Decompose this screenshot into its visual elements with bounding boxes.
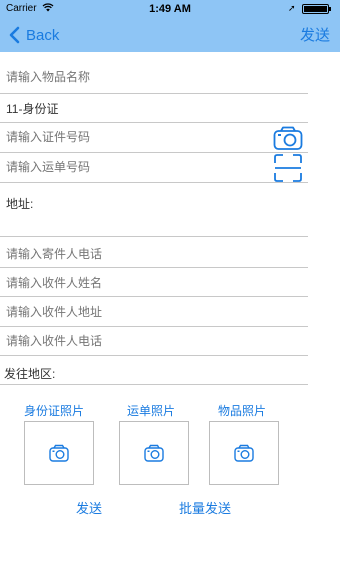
waybill-number-input[interactable] (6, 160, 266, 174)
chevron-left-icon (9, 26, 20, 44)
waybill-photo-upload[interactable] (119, 421, 189, 485)
back-button[interactable]: Back (8, 24, 59, 46)
camera-icon (234, 444, 254, 462)
divider (0, 326, 308, 327)
address-label: 地址: (6, 197, 34, 211)
camera-icon (49, 444, 69, 462)
battery-icon (302, 4, 331, 14)
id-type-select[interactable]: 11-身份证 (6, 100, 266, 117)
divider (0, 182, 308, 183)
receiver-phone-input[interactable] (6, 334, 266, 348)
divider (0, 152, 308, 153)
divider (0, 355, 308, 356)
item-name-input[interactable] (6, 70, 266, 84)
camera-icon[interactable] (273, 125, 303, 151)
divider (0, 267, 308, 268)
receiver-address-input[interactable] (6, 305, 266, 319)
navigation-bar: Carrier 1:49 AM ➚ Back 发送 (0, 0, 340, 52)
id-number-input[interactable] (6, 130, 266, 144)
divider (0, 122, 308, 123)
divider (0, 93, 308, 94)
id-photo-label: 身份证照片 (23, 404, 84, 418)
id-photo-upload[interactable] (24, 421, 94, 485)
location-arrow-icon: ➚ (288, 3, 296, 13)
back-label: Back (26, 26, 60, 44)
item-photo-label: 物品照片 (217, 404, 266, 418)
sender-phone-input[interactable] (6, 247, 266, 261)
batch-send-button[interactable]: 批量发送 (179, 498, 231, 517)
item-photo-upload[interactable] (209, 421, 279, 485)
status-bar: Carrier 1:49 AM ➚ (0, 0, 340, 18)
divider (0, 384, 308, 385)
nav-send-button[interactable]: 发送 (300, 24, 330, 45)
receiver-name-input[interactable] (6, 276, 266, 290)
divider (0, 236, 308, 237)
scan-icon[interactable] (273, 153, 303, 183)
camera-icon (144, 444, 164, 462)
waybill-photo-label: 运单照片 (126, 404, 175, 418)
divider (0, 296, 308, 297)
region-label[interactable]: 发往地区: (4, 365, 55, 382)
send-button[interactable]: 发送 (76, 498, 102, 517)
